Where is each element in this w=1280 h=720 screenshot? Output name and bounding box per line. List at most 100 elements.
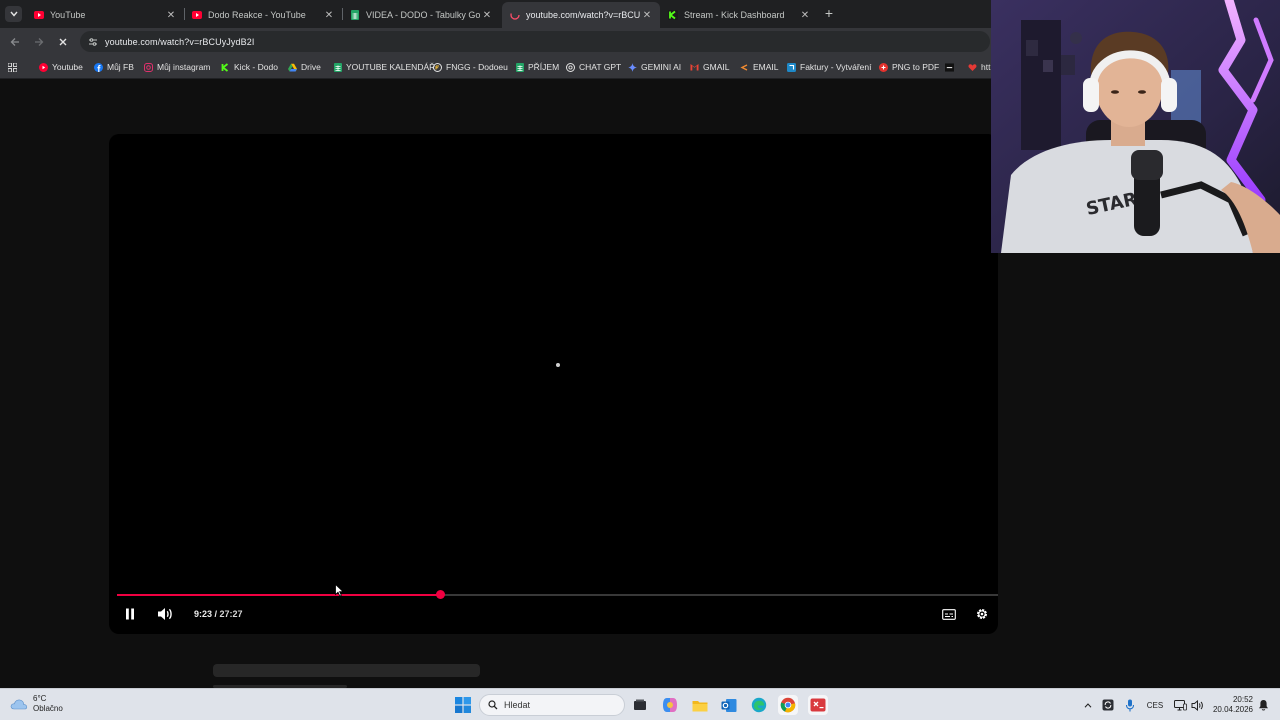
bookmark-chatgpt[interactable]: CHAT GPT (566, 60, 621, 74)
mouse-cursor-icon (335, 584, 344, 597)
microphone-tray-button[interactable] (1122, 697, 1138, 713)
bookmark-label: htt (981, 62, 991, 72)
bookmark-faktury[interactable]: Faktury - Vytváření (787, 60, 871, 74)
bookmark-gmail[interactable]: GMAIL (690, 60, 729, 74)
arrow-left-icon (10, 38, 19, 46)
bookmark-unnamed[interactable] (945, 60, 958, 74)
close-icon[interactable]: ✕ (640, 10, 654, 21)
outlook-button[interactable] (719, 695, 739, 715)
forward-button[interactable] (30, 33, 48, 51)
pause-icon (126, 608, 134, 620)
bell-icon (1258, 700, 1268, 711)
tab-youtube-watch[interactable]: youtube.com/watch?v=rBCUyJy ✕ (502, 2, 660, 28)
time-separator: / (212, 609, 220, 619)
chrome-icon (780, 697, 796, 713)
bookmark-label: PŘÍJEM (528, 62, 560, 72)
apps-button[interactable] (8, 60, 21, 74)
edge-button[interactable] (749, 695, 769, 715)
bookmark-label: GEMINI AI (641, 62, 682, 72)
gear-icon (977, 609, 987, 619)
mute-button[interactable] (155, 604, 175, 624)
taskbar-search[interactable]: Hledat (479, 694, 625, 716)
close-icon[interactable]: ✕ (164, 10, 178, 21)
back-button[interactable] (6, 33, 24, 51)
bookmark-label: Kick - Dodo (234, 62, 278, 72)
google-sheets-icon (350, 10, 360, 20)
arrow-right-icon (35, 38, 44, 46)
show-hidden-icons-button[interactable] (1080, 697, 1096, 713)
dash-icon (945, 62, 954, 72)
bookmark-label: GMAIL (703, 62, 730, 72)
volume-tray-button[interactable] (1189, 697, 1205, 713)
bookmark-instagram[interactable]: Můj instagram (144, 60, 210, 74)
bookmark-drive[interactable]: Drive (288, 60, 321, 74)
gemini-icon (628, 62, 637, 72)
bookmark-fngg[interactable]: FNGG - Dodoeu (433, 60, 508, 74)
notifications-button[interactable] (1255, 697, 1271, 713)
task-view-button[interactable] (630, 695, 650, 715)
bookmark-prijem[interactable]: PŘÍJEM (515, 60, 559, 74)
kick-icon (668, 10, 678, 20)
copilot-button[interactable] (660, 695, 680, 715)
site-settings-icon[interactable] (86, 35, 100, 49)
file-explorer-button[interactable] (690, 695, 710, 715)
sync-icon (1102, 699, 1114, 711)
new-tab-button[interactable]: + (821, 6, 837, 22)
tab-title: YouTube (50, 10, 86, 20)
chrome-button[interactable] (778, 695, 798, 715)
webcam-overlay: STAR (991, 0, 1280, 253)
bookmark-label: PNG to PDF (892, 62, 940, 72)
speaker-icon (1191, 699, 1203, 711)
video-player[interactable]: 9:23 / 27:27 (109, 134, 998, 634)
pause-button[interactable] (121, 605, 139, 623)
bookmark-youtube-kalendar[interactable]: YOUTUBE KALENDÁŘ (333, 60, 435, 74)
duration: 27:27 (219, 609, 243, 619)
weather-temperature: 6°C (33, 694, 47, 703)
bookmark-label: Faktury - Vytváření (800, 62, 872, 72)
progress-bar[interactable] (117, 590, 998, 599)
address-bar[interactable]: youtube.com/watch?v=rBCUyJydB2I (80, 31, 990, 52)
current-time: 9:23 (194, 609, 213, 619)
tab-youtube[interactable]: YouTube ✕ (26, 2, 184, 28)
settings-button[interactable] (972, 604, 992, 624)
subtitles-button[interactable] (940, 605, 958, 623)
apps-grid-icon (8, 62, 17, 72)
weather-widget[interactable]: 6°C Oblačno (10, 694, 63, 714)
chatgpt-icon (566, 62, 575, 72)
tab-search-button[interactable] (5, 6, 22, 22)
tab-title: VIDEA - DODO - Tabulky Googl (366, 10, 480, 20)
windows-taskbar: 6°C Oblačno Hledat CES 20:52 20.04.2026 (0, 688, 1280, 720)
taskbar-clock[interactable]: 20:52 20.04.2026 (1211, 695, 1253, 715)
bookmark-facebook[interactable]: Můj FB (94, 60, 134, 74)
app-red-button[interactable] (808, 695, 828, 715)
sync-tray-button[interactable] (1100, 697, 1116, 713)
bookmark-gemini[interactable]: GEMINI AI (628, 60, 681, 74)
close-icon[interactable]: ✕ (798, 10, 812, 21)
bookmark-kick[interactable]: Kick - Dodo (221, 60, 278, 74)
microphone-icon (1125, 699, 1135, 711)
copilot-icon (663, 698, 677, 712)
tab-dodo-reakce[interactable]: Dodo Reakce - YouTube ✕ (184, 2, 342, 28)
bookmark-youtube[interactable]: Youtube (39, 60, 83, 74)
bookmark-label: Drive (301, 62, 321, 72)
tab-kick-dashboard[interactable]: Stream - Kick Dashboard ✕ (660, 2, 818, 28)
bookmark-png-to-pdf[interactable]: PNG to PDF (879, 60, 939, 74)
bookmark-email[interactable]: EMAIL (740, 60, 779, 74)
scrubber-handle[interactable] (436, 590, 446, 599)
language-indicator[interactable]: CES (1144, 697, 1166, 713)
close-icon[interactable]: ✕ (480, 10, 494, 21)
close-icon[interactable]: ✕ (322, 10, 336, 21)
start-button[interactable] (453, 695, 473, 715)
clock-time: 20:52 (1232, 695, 1253, 704)
tab-videa-sheets[interactable]: VIDEA - DODO - Tabulky Googl ✕ (342, 2, 500, 28)
bookmark-label: Můj FB (107, 62, 134, 72)
volume-icon (158, 608, 172, 620)
stop-loading-button[interactable] (54, 33, 72, 51)
progress-played (117, 594, 441, 596)
network-button[interactable] (1172, 697, 1188, 713)
url-text: youtube.com/watch?v=rBCUyJydB2I (105, 36, 255, 47)
youtube-icon (192, 10, 202, 20)
bookmark-htt[interactable]: htt (968, 60, 990, 74)
heart-icon (968, 63, 977, 72)
invoice-icon (787, 62, 796, 72)
